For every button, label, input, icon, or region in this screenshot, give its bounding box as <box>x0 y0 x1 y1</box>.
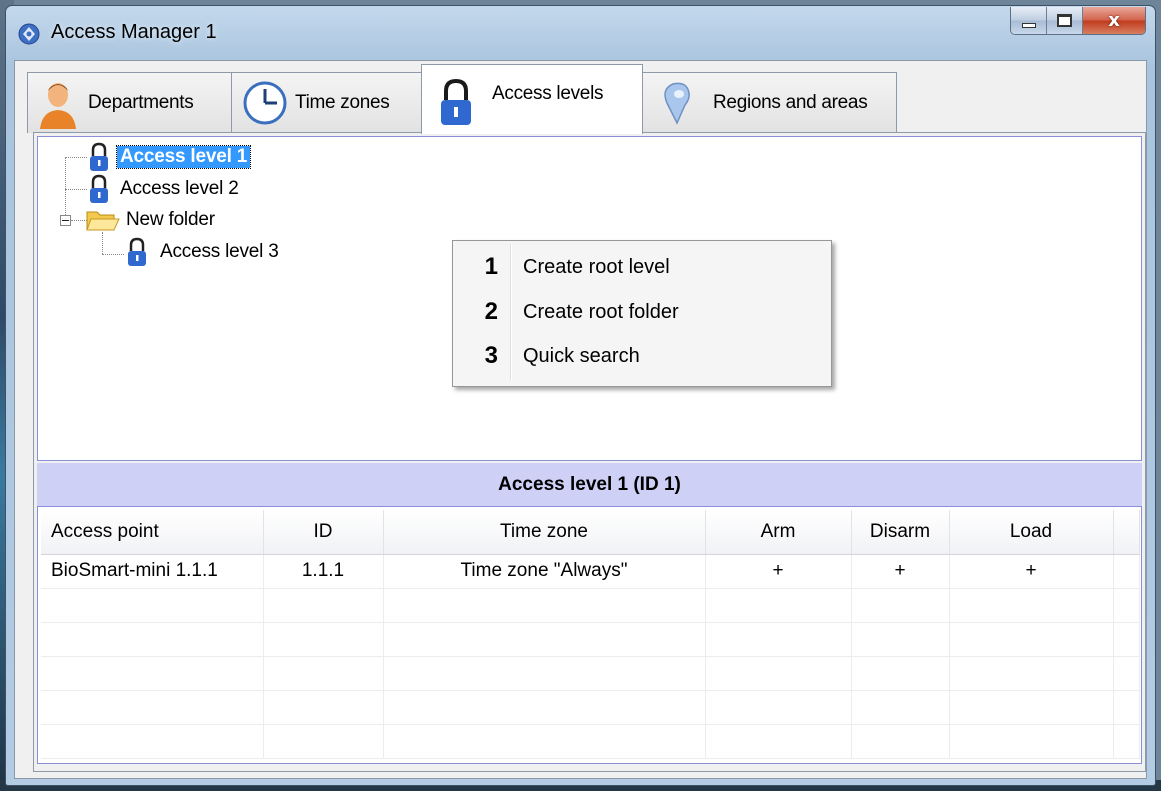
window-title: Access Manager 1 <box>51 21 217 43</box>
tree-item-label: Access level 3 <box>160 241 279 262</box>
tab-regions-label: Regions and areas <box>713 92 868 113</box>
menu-item-number: 1 <box>484 253 498 280</box>
access-points-table: Access point ID Time zone Arm Disarm Loa… <box>41 510 1140 759</box>
tree-line <box>71 220 87 221</box>
tab-time-zones-label: Time zones <box>295 92 390 113</box>
menu-item-number: 2 <box>484 298 498 325</box>
column-header-id[interactable]: ID <box>263 510 384 555</box>
column-header-access-point[interactable]: Access point <box>41 510 264 555</box>
tab-access-levels-label: Access levels <box>492 82 604 104</box>
access-points-grid[interactable]: Access point ID Time zone Arm Disarm Loa… <box>37 506 1142 764</box>
person-icon <box>40 83 76 129</box>
tree-item[interactable]: Access level 2 <box>88 174 242 204</box>
close-icon: x <box>1108 10 1120 31</box>
tree-item[interactable]: Access level 1 <box>88 142 252 172</box>
tree-line <box>102 254 124 255</box>
table-row-empty <box>41 588 1140 623</box>
minimize-icon <box>1021 22 1036 28</box>
cell-filler <box>1113 554 1140 589</box>
table-row-empty <box>41 690 1140 725</box>
column-header-filler <box>1113 510 1140 555</box>
cell-load[interactable]: + <box>949 554 1114 589</box>
tab-departments[interactable]: Departments <box>27 72 232 133</box>
close-button[interactable]: x <box>1083 7 1145 34</box>
table-row-empty <box>41 724 1140 759</box>
column-header-load[interactable]: Load <box>949 510 1114 555</box>
menu-item-label: Create root level <box>523 255 670 278</box>
menu-item-label: Quick search <box>523 344 640 367</box>
tab-time-zones[interactable]: Time zones <box>231 72 422 133</box>
tab-access-levels[interactable]: Access levels <box>421 64 643 134</box>
tree-line <box>65 189 87 190</box>
app-window: Access Manager 1 x Departments Time zone… <box>5 5 1156 786</box>
map-pin-icon <box>664 82 690 125</box>
tree-folder[interactable]: New folder <box>86 205 218 235</box>
tree-item-label: Access level 1 <box>115 145 252 169</box>
tree-line <box>65 157 87 158</box>
tab-regions-and-areas[interactable]: Regions and areas <box>642 72 897 133</box>
tree-item[interactable]: Access level 3 <box>126 237 282 267</box>
column-header-arm[interactable]: Arm <box>705 510 852 555</box>
menu-item-create-root-folder[interactable]: 2 Create root folder <box>456 292 826 332</box>
padlock-icon <box>128 237 146 266</box>
minimize-button[interactable] <box>1011 7 1047 34</box>
table-header-row: Access point ID Time zone Arm Disarm Loa… <box>41 510 1140 555</box>
cell-time-zone[interactable]: Time zone "Always" <box>383 554 706 589</box>
menu-item-quick-search[interactable]: 3 Quick search <box>456 336 826 376</box>
maximize-button[interactable] <box>1047 7 1083 34</box>
folder-open-icon <box>86 211 120 231</box>
cell-access-point[interactable]: BioSmart-mini 1.1.1 <box>41 554 264 589</box>
padlock-icon <box>441 78 471 125</box>
column-header-time-zone[interactable]: Time zone <box>383 510 706 555</box>
title-bar[interactable]: Access Manager 1 x <box>6 6 1155 60</box>
app-logo-icon <box>18 23 40 45</box>
cell-id[interactable]: 1.1.1 <box>263 554 384 589</box>
table-row[interactable]: BioSmart-mini 1.1.1 1.1.1 Time zone "Alw… <box>41 554 1140 589</box>
table-row-empty <box>41 656 1140 691</box>
tree-item-label: Access level 2 <box>120 178 239 199</box>
collapse-toggle[interactable] <box>60 215 71 226</box>
menu-item-label: Create root folder <box>523 300 679 323</box>
column-header-disarm[interactable]: Disarm <box>851 510 950 555</box>
tab-departments-label: Departments <box>88 92 194 113</box>
clock-icon <box>243 81 287 125</box>
menu-item-create-root-level[interactable]: 1 Create root level <box>456 247 826 287</box>
tree-line <box>65 157 66 217</box>
maximize-icon <box>1057 14 1072 27</box>
tree-context-menu: 1 Create root level 2 Create root folder… <box>452 240 832 387</box>
access-levels-panel: Access level 1 Access level 2 New folder… <box>33 132 1146 772</box>
tree-folder-label: New folder <box>126 209 215 230</box>
menu-item-number: 3 <box>484 342 498 369</box>
tree-line <box>102 232 103 254</box>
cell-arm[interactable]: + <box>705 554 852 589</box>
window-controls: x <box>1010 7 1146 35</box>
client-area: Departments Time zones Access levels Reg… <box>14 60 1147 779</box>
cell-disarm[interactable]: + <box>851 554 950 589</box>
table-row-empty <box>41 622 1140 657</box>
padlock-icon <box>90 174 108 203</box>
access-level-details-title: Access level 1 (ID 1) <box>37 463 1142 507</box>
padlock-icon <box>90 142 108 171</box>
